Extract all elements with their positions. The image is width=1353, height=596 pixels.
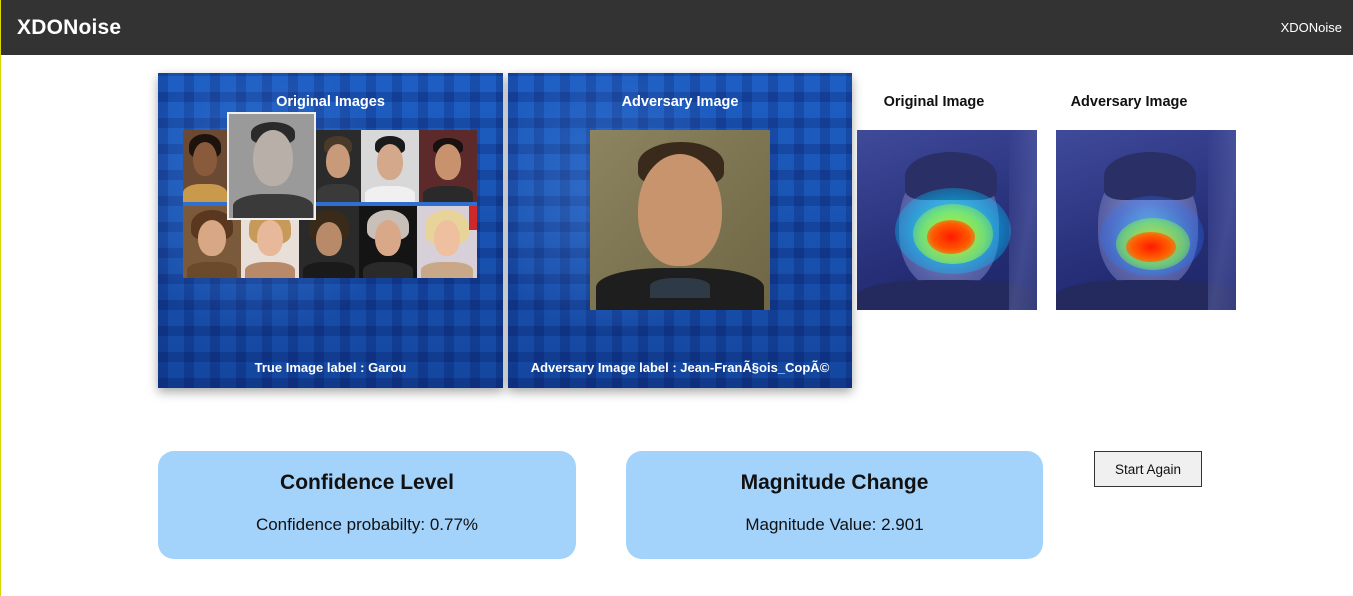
- magnitude-title: Magnitude Change: [740, 471, 929, 494]
- adversary-image-card: Adversary Image Adversary Image label : …: [508, 73, 852, 388]
- original-heatmap-title: Original Image: [883, 94, 985, 110]
- face-thumbnail: [361, 130, 419, 202]
- face-thumbnail: [359, 206, 417, 278]
- nav-link[interactable]: XDONoise: [1281, 20, 1342, 35]
- magnitude-value: Magnitude Value: 2.901: [745, 515, 924, 534]
- navbar: XDONoise XDONoise: [1, 0, 1353, 55]
- confidence-value: Confidence probabilty: 0.77%: [255, 515, 479, 534]
- original-images-card: Original Images True Image label: Garou: [158, 73, 503, 388]
- adversary-heatmap-title: Adversary Image: [1070, 94, 1188, 110]
- true-label: True Image label : Garou: [254, 360, 407, 375]
- original-heatmap-image: [857, 130, 1037, 310]
- adversary-face-image: [590, 130, 770, 310]
- selected-original-face: [227, 112, 316, 220]
- adversary-heatmap-image: [1056, 130, 1236, 310]
- brand-logo[interactable]: XDONoise: [17, 16, 121, 40]
- face-thumbnail: [183, 130, 227, 202]
- adversary-image-title: Adversary Image: [621, 94, 739, 110]
- start-again-button[interactable]: Start Again: [1094, 451, 1202, 487]
- confidence-level-box: Confidence Level Confidence probabilty: …: [158, 451, 576, 559]
- confidence-title: Confidence Level: [280, 471, 454, 494]
- face-thumbnail: [315, 130, 361, 202]
- face-thumbnail: [419, 130, 477, 202]
- adversary-label: Adversary Image label : Jean-FranÃ§ois_C…: [530, 360, 830, 375]
- face-thumbnail: [417, 206, 477, 278]
- original-images-title: Original Images: [276, 94, 385, 110]
- magnitude-change-box: Magnitude Change Magnitude Value: 2.901: [626, 451, 1043, 559]
